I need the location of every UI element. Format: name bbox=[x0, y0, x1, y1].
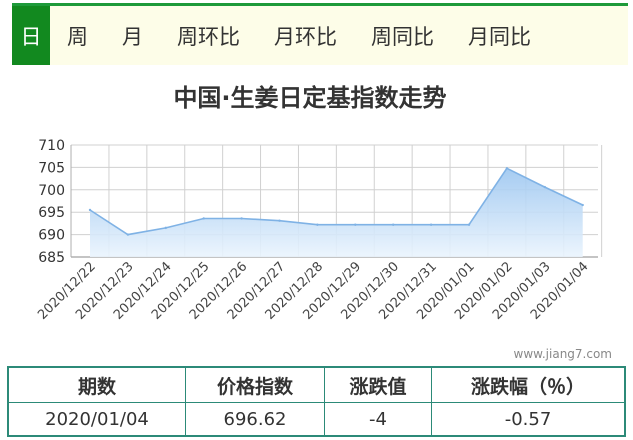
y-tick-label: 710 bbox=[38, 138, 65, 154]
cell-change: -4 bbox=[324, 402, 432, 437]
tab-month-on-month[interactable]: 月环比 bbox=[257, 6, 354, 65]
period-tab-bar: 日 周 月 周环比 月环比 周同比 月同比 bbox=[12, 3, 628, 65]
tab-week[interactable]: 周 bbox=[50, 6, 105, 65]
index-table: 期数 价格指数 涨跌值 涨跌幅（％） 2020/01/04 696.62 -4 … bbox=[7, 366, 626, 437]
tab-month[interactable]: 月 bbox=[105, 6, 160, 65]
data-point bbox=[354, 223, 357, 226]
table-row: 2020/01/04 696.62 -4 -0.57 bbox=[7, 402, 626, 437]
data-point bbox=[429, 223, 433, 226]
data-point bbox=[88, 208, 92, 212]
index-chart: 中国·生姜日定基指数走势 685 690 695 700 705 710 2020/12/… bbox=[0, 70, 633, 370]
watermark: www.jiang7.com bbox=[514, 347, 612, 361]
y-tick-label: 705 bbox=[38, 160, 65, 176]
col-header-period: 期数 bbox=[7, 366, 186, 403]
data-point bbox=[278, 219, 281, 222]
data-point bbox=[316, 223, 319, 226]
col-header-price-index: 价格指数 bbox=[185, 366, 325, 403]
y-tick-label: 695 bbox=[38, 205, 65, 221]
tab-week-year-on-year[interactable]: 周同比 bbox=[354, 6, 451, 65]
cell-period: 2020/01/04 bbox=[7, 402, 186, 437]
data-point bbox=[164, 226, 167, 230]
data-point bbox=[505, 167, 509, 170]
cell-price-index: 696.62 bbox=[185, 402, 325, 437]
y-tick-label: 700 bbox=[38, 183, 65, 199]
data-point bbox=[467, 223, 471, 226]
tab-day[interactable]: 日 bbox=[12, 6, 50, 65]
tab-month-year-on-year[interactable]: 月同比 bbox=[451, 6, 548, 65]
table-header-row: 期数 价格指数 涨跌值 涨跌幅（％） bbox=[7, 366, 626, 403]
tab-week-on-week[interactable]: 周环比 bbox=[160, 6, 257, 65]
index-chart-svg: 中国·生姜日定基指数走势 685690695700705710 2020/12/… bbox=[35, 84, 612, 361]
data-point bbox=[543, 185, 546, 189]
data-point bbox=[240, 217, 243, 220]
col-header-change: 涨跌值 bbox=[324, 366, 432, 403]
data-point bbox=[202, 217, 205, 220]
cell-change-percent: -0.57 bbox=[431, 402, 626, 437]
y-tick-label: 685 bbox=[38, 250, 65, 266]
data-point bbox=[392, 223, 395, 226]
data-point bbox=[126, 233, 130, 236]
data-point bbox=[581, 203, 584, 207]
col-header-change-percent: 涨跌幅（％） bbox=[431, 366, 626, 403]
chart-title: 中国·生姜日定基指数走势 bbox=[173, 84, 446, 112]
y-tick-label: 690 bbox=[38, 228, 65, 244]
